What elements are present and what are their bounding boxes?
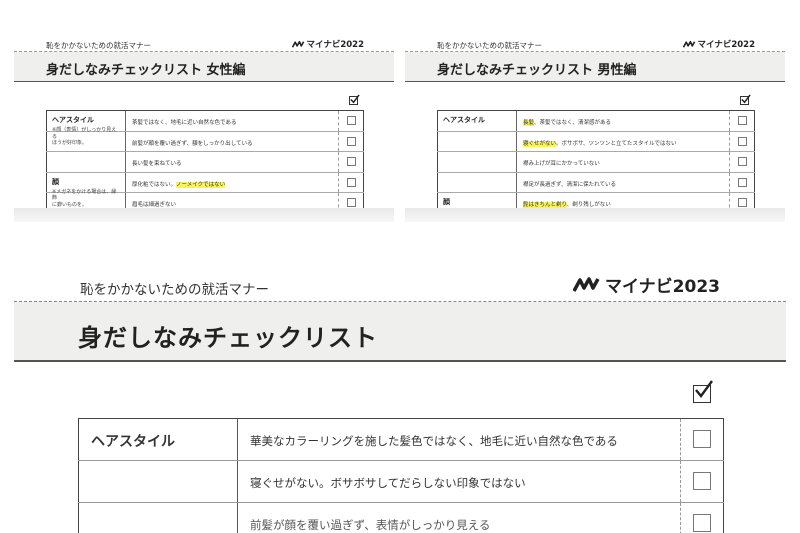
category-cell: ヘアスタイル — [437, 111, 517, 131]
highlight-text: 寝ぐせがない — [523, 140, 557, 147]
manner-caption: 恥をかかないための就活マナー — [80, 282, 269, 298]
title-bar: 身だしなみチェックリスト 女性編 — [14, 52, 394, 82]
checklist-panel-women: 恥をかかないための就活マナー マイナビ2022 身だしなみチェックリスト 女性編… — [14, 28, 394, 208]
checkbox-icon[interactable] — [693, 514, 711, 532]
brand-name: マイナビ2023 — [605, 277, 720, 297]
check-item: 長い髪を束ねている — [132, 161, 182, 167]
check-item: 寝ぐせがない。ボサボサしてだらしない印象ではない — [250, 476, 526, 490]
table-row: ヘアスタイル ※顔（表情）がしっかり見える ほうが好印象。 茶髪ではなく、地毛に近… — [46, 111, 364, 146]
highlight-text: 長髪 — [523, 120, 535, 126]
manner-caption: 恥をかかないための就活マナー — [46, 41, 151, 50]
title-bar: 身だしなみチェックリスト — [14, 302, 786, 362]
checklist-table: ヘアスタイル ※顔（表情）がしっかり見える ほうが好印象。 茶髪ではなく、地毛に近… — [46, 110, 364, 208]
check-item: 眉毛は細過ぎない — [132, 202, 177, 208]
category-label: ヘアスタイル — [443, 116, 485, 124]
check-item: 襟足が長過ぎず、清潔に保たれている — [523, 181, 616, 188]
table-row: 眉毛は細過ぎない — [46, 193, 364, 208]
check-item: 長髪、茶髪ではなく、清潔感がある — [523, 120, 612, 126]
highlight-text: ノーメイクではない — [176, 181, 226, 188]
table-row: 寝ぐせがない。ボサボサしてだらしない印象ではない — [78, 461, 724, 503]
page-title: 身だしなみチェックリスト — [78, 324, 378, 352]
mynavi-logo-icon — [682, 40, 695, 48]
category-label: ヘアスタイル — [52, 116, 94, 124]
table-row: 前髪が顔を覆い過ぎず、表情がしっかり見える — [78, 503, 724, 533]
checklist-table: ヘアスタイル 華美なカラーリングを施した髪色ではなく、地毛に近い自然な色である … — [78, 418, 724, 533]
panel-header: 恥をかかないための就活マナー マイナビ2022 — [405, 28, 785, 52]
table-row: ヘアスタイル 華美なカラーリングを施した髪色ではなく、地毛に近い自然な色である — [78, 419, 724, 461]
check-item: 髭はきちんと剃り、剃り残しがない — [523, 202, 611, 208]
checkmark-icon — [741, 94, 751, 104]
checkbox-icon[interactable] — [738, 177, 747, 187]
checkmark-icon — [695, 380, 713, 398]
category-label: ヘアスタイル — [78, 419, 238, 460]
category-cell: ヘアスタイル ※顔（表情）がしっかり見える ほうが好印象。 — [46, 111, 126, 146]
check-column-header — [693, 380, 713, 403]
brand-logo: マイナビ2023 — [573, 272, 720, 297]
check-item: 前髪が顔を覆い過ぎず、額をしっかり出している — [132, 140, 253, 147]
table-row: 顔 髭はきちんと剃り、剃り残しがない — [437, 193, 755, 208]
category-label: 顔 — [52, 177, 59, 186]
table-row: 長い髪を束ねている — [46, 152, 364, 173]
checklist-panel-main: 恥をかかないための就活マナー マイナビ2023 身だしなみチェックリスト ヘアス… — [14, 238, 786, 533]
checkbox-icon[interactable] — [738, 198, 747, 207]
check-column-header — [740, 94, 751, 105]
checkbox-icon[interactable] — [347, 116, 356, 125]
checkbox-icon[interactable] — [693, 472, 711, 490]
category-cell: 顔 — [437, 193, 517, 208]
checkbox-icon[interactable] — [738, 116, 747, 125]
checkmark-icon — [350, 94, 360, 104]
checklist-panel-men: 恥をかかないための就活マナー マイナビ2022 身だしなみチェックリスト 男性編… — [405, 28, 785, 208]
check-item: 襟み上げが耳にかかっていない — [523, 161, 600, 167]
checkbox-icon[interactable] — [347, 157, 356, 166]
brand-name: マイナビ2022 — [306, 40, 365, 50]
page-title: 身だしなみチェックリスト 女性編 — [46, 63, 246, 78]
mynavi-logo-icon — [291, 40, 304, 48]
title-bar: 身だしなみチェックリスト 男性編 — [405, 52, 785, 82]
check-item: 寝ぐせがない。ボサボサ、ツンツンと立てたスタイルではない — [523, 140, 677, 147]
category-cell: 顔 ※メガネをかける場合は、縁飾 に癖いものを。 — [46, 172, 126, 208]
table-row: 寝ぐせがない。ボサボサ、ツンツンと立てたスタイルではない — [437, 131, 755, 152]
page-title: 身だしなみチェックリスト 男性編 — [437, 63, 637, 78]
check-item: 厚化粧ではない。ノーメイクではない — [132, 181, 226, 188]
brand-logo: マイナビ2022 — [291, 38, 365, 50]
checkbox-icon[interactable] — [347, 136, 356, 146]
check-column-header — [349, 94, 360, 105]
brand-logo: マイナビ2022 — [682, 38, 756, 50]
check-item: 華美なカラーリングを施した髪色ではなく、地毛に近い自然な色である — [250, 434, 618, 448]
table-row: 襟み上げが耳にかかっていない — [437, 152, 755, 173]
checkbox-icon[interactable] — [347, 198, 356, 207]
brand-name: マイナビ2022 — [697, 40, 756, 50]
checkbox-icon[interactable] — [347, 177, 356, 187]
checkbox-icon[interactable] — [693, 430, 711, 448]
mynavi-logo-icon — [573, 276, 600, 292]
table-row: 襟足が長過ぎず、清潔に保たれている — [437, 172, 755, 193]
table-row: ヘアスタイル 長髪、茶髪ではなく、清潔感がある — [437, 111, 755, 132]
checkbox-icon[interactable] — [738, 136, 747, 146]
manner-caption: 恥をかかないための就活マナー — [437, 41, 542, 50]
panel-header: 恥をかかないための就活マナー マイナビ2022 — [14, 28, 394, 52]
table-row: 前髪が顔を覆い過ぎず、額をしっかり出している — [46, 131, 364, 152]
check-item: 前髪が顔を覆い過ぎず、表情がしっかり見える — [250, 518, 491, 532]
category-label: 顔 — [443, 198, 450, 206]
check-item: 茶髪ではなく、地毛に近い自然な色である — [132, 120, 237, 126]
table-row: 顔 ※メガネをかける場合は、縁飾 に癖いものを。 厚化粧ではない。ノーメイクではな… — [46, 172, 364, 208]
checkbox-icon[interactable] — [738, 157, 747, 166]
checklist-table: ヘアスタイル 長髪、茶髪ではなく、清潔感がある 寝ぐせがない。ボサボサ、ツンツン… — [437, 110, 755, 208]
